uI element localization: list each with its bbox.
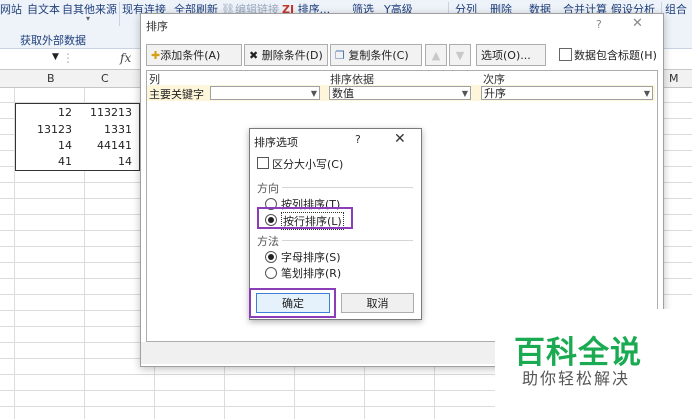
highlight-box [257, 207, 353, 229]
stroke-sort-label: 笔划排序(R) [281, 267, 342, 280]
sort-on-select[interactable]: 数值 ▼ [329, 86, 471, 100]
group-label-external-data: 获取外部数据 [20, 34, 86, 47]
help-icon[interactable]: ? [596, 18, 602, 31]
delete-icon: ✖ [249, 49, 259, 62]
ribbon-web[interactable]: 网站 [0, 1, 22, 17]
move-up-icon[interactable]: ▲ [425, 44, 447, 66]
column-header-b[interactable]: B [47, 72, 55, 85]
close-icon[interactable]: ✕ [394, 131, 406, 147]
cell-c1[interactable]: 113213 [76, 106, 132, 119]
divider [282, 187, 413, 188]
cell-c2[interactable]: 1331 [76, 123, 132, 136]
ribbon-group[interactable]: 组合 [665, 1, 687, 17]
cancel-button[interactable]: 取消 [341, 293, 414, 313]
header-checkbox[interactable] [559, 48, 572, 61]
sort-options-title: 排序选项 [254, 136, 298, 149]
help-icon[interactable]: ? [355, 133, 361, 146]
chevron-down-icon: ▼ [461, 89, 468, 98]
move-down-icon[interactable]: ▼ [449, 44, 471, 66]
method-section-label: 方法 [257, 235, 279, 248]
ribbon-from-text[interactable]: 自文本 [27, 1, 60, 17]
copy-icon: ❐ [335, 49, 345, 62]
letter-sort-label: 字母排序(S) [281, 251, 341, 264]
chevron-down-icon: ▼ [310, 89, 317, 98]
options-button[interactable]: 选项(O)... [476, 44, 546, 66]
divider [282, 240, 413, 241]
watermark-subtitle: 助你轻松解决 [522, 369, 631, 388]
ribbon-separator [119, 2, 120, 26]
primary-key-label: 主要关键字 [149, 88, 204, 101]
add-condition-button[interactable]: ✚添加条件(A) [146, 44, 242, 66]
column-header-m[interactable]: M [669, 72, 679, 85]
header-checkbox-label: 数据包含标题(H) [574, 49, 657, 62]
add-condition-icon: ✚ [151, 49, 161, 62]
letter-sort-radio[interactable] [265, 251, 277, 263]
delete-condition-button[interactable]: ✖ 删除条件(D) [244, 44, 328, 66]
copy-condition-button[interactable]: ❐ 复制条件(C) [330, 44, 422, 66]
name-box-dropdown-icon[interactable]: ▼ [52, 52, 59, 62]
chevron-down-icon: ▼ [643, 89, 650, 98]
column-header-c[interactable]: C [101, 72, 109, 85]
cell-c3[interactable]: 44141 [76, 139, 132, 152]
case-sensitive-label: 区分大小写(C) [272, 158, 344, 171]
cell-c4[interactable]: 14 [76, 155, 132, 168]
stroke-sort-radio[interactable] [265, 267, 277, 279]
separator-dots: ⋮ [62, 51, 74, 65]
cell-b4[interactable]: 41 [20, 155, 72, 168]
cell-b2[interactable]: 13123 [20, 123, 72, 136]
direction-section-label: 方向 [257, 182, 279, 195]
highlight-box [249, 288, 336, 318]
case-sensitive-checkbox[interactable] [257, 157, 269, 169]
sort-dialog-title: 排序 [146, 20, 168, 33]
chevron-down-icon[interactable]: ▾ [86, 14, 90, 23]
key-select[interactable]: ▼ [210, 86, 320, 100]
cell-b3[interactable]: 14 [20, 139, 72, 152]
order-select[interactable]: 升序 ▼ [481, 86, 653, 100]
cell-b1[interactable]: 12 [20, 106, 72, 119]
fx-icon[interactable]: fx [120, 51, 131, 65]
close-icon[interactable]: ✕ [632, 16, 643, 31]
